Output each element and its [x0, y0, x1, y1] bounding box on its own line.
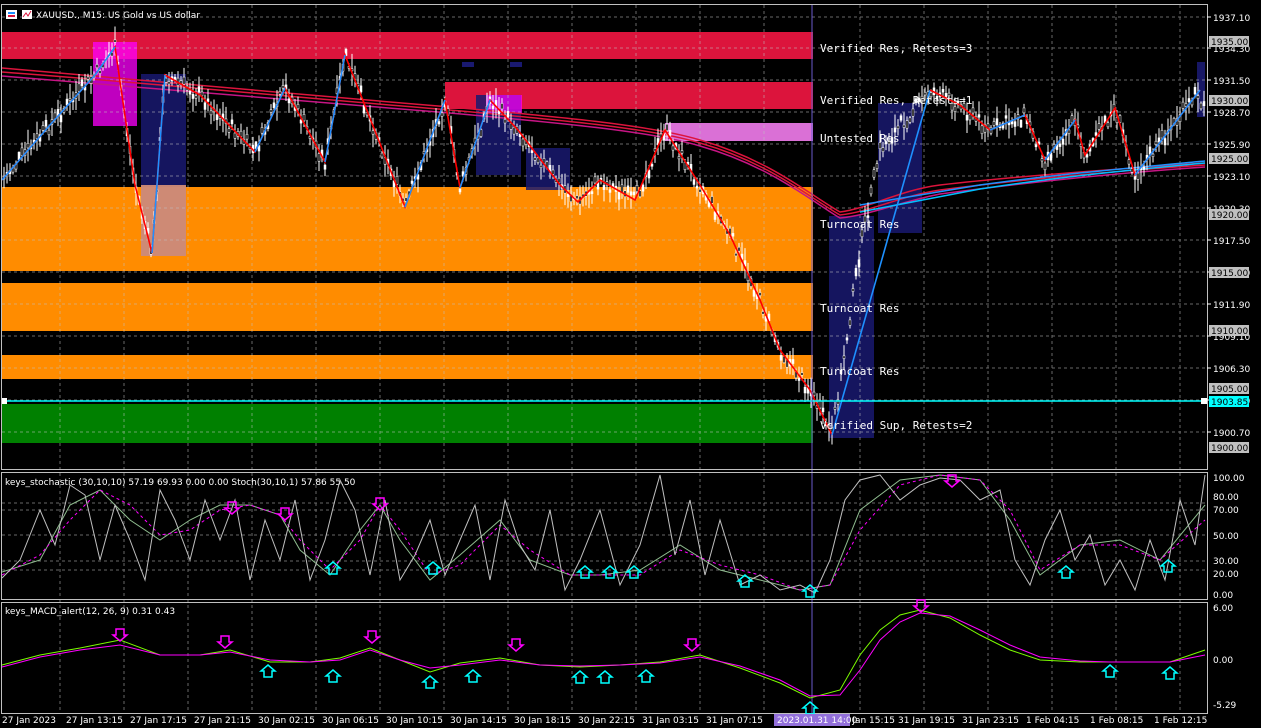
buy-arrow-icon — [258, 664, 278, 678]
stochastic-panel[interactable]: keys_stochastic (30,10,10) 57.19 69.93 0… — [1, 474, 1206, 598]
macd-panel[interactable]: keys_MACD_alert(12, 26, 9) 0.31 0.43 — [1, 599, 1206, 715]
stoch-level-label: 70.00 — [1213, 506, 1239, 516]
line-handle[interactable] — [1201, 398, 1207, 404]
time-tick-label: 27 Jan 2023 — [2, 716, 56, 726]
time-tick-label: 1 Feb 08:15 — [1090, 716, 1143, 726]
macd-title: keys_MACD_alert(12, 26, 9) 0.31 0.43 — [5, 607, 175, 617]
highlight-box — [829, 216, 874, 438]
price-mark-label: 1930.00 — [1211, 97, 1248, 107]
zone-label: Verified Res, Retests=1 — [820, 94, 972, 107]
highlight-box — [462, 62, 474, 67]
zone-label: Turncoat Res — [820, 302, 899, 315]
price-mark-label: 1915.00 — [1211, 269, 1248, 279]
buy-arrow-icon — [570, 670, 590, 684]
sell-arrow-icon — [110, 628, 130, 642]
time-tick-label: 27 Jan 17:15 — [130, 716, 187, 726]
current-price-label: 1903.85 — [1211, 398, 1248, 408]
buy-arrow-icon — [800, 584, 820, 598]
price-axis[interactable]: 1937.101934.301931.501928.701925.901923.… — [1207, 14, 1250, 454]
time-tick-label: 30 Jan 10:15 — [386, 716, 443, 726]
macd-level-label: 0.00 — [1213, 656, 1233, 666]
time-tick-label: 31 Jan 07:15 — [706, 716, 763, 726]
zone-untested-res — [665, 123, 813, 141]
price-tick-label: 1937.10 — [1213, 14, 1250, 24]
buy-arrow-icon — [463, 669, 483, 683]
price-mark-label: 1920.00 — [1211, 211, 1248, 221]
macd-level-label: 6.00 — [1213, 604, 1233, 614]
zone-label: Turncoat Res — [820, 365, 899, 378]
zones-layer — [2, 32, 1205, 443]
price-tick-label: 1911.90 — [1213, 301, 1250, 311]
buy-arrow-icon — [595, 670, 615, 684]
price-tick-label: 1931.50 — [1213, 77, 1250, 87]
stoch-level-label: 30.00 — [1213, 557, 1239, 567]
price-tick-label: 1906.30 — [1213, 365, 1250, 375]
sell-arrow-icon — [506, 638, 526, 652]
time-tick-label: 27 Jan 21:15 — [194, 716, 251, 726]
price-tick-label: 1900.70 — [1213, 429, 1250, 439]
stoch-level-label: 80.00 — [1213, 493, 1239, 503]
time-tick-label: 31 Jan 19:15 — [898, 716, 955, 726]
trade-icon[interactable] — [6, 10, 17, 19]
time-tick-label: 27 Jan 13:15 — [66, 716, 123, 726]
time-tick-label: 30 Jan 02:15 — [258, 716, 315, 726]
time-tick-label: 31 Jan 03:15 — [642, 716, 699, 726]
buy-arrow-icon — [636, 669, 656, 683]
trading-chart[interactable]: Verified Res, Retests=3 Verified Res, Re… — [0, 0, 1261, 728]
price-mark-label: 1905.00 — [1211, 385, 1248, 395]
stoch-level-label: 0.00 — [1213, 591, 1233, 601]
highlight-box — [878, 103, 922, 233]
price-mark-label: 1935.00 — [1211, 38, 1248, 48]
time-tick-label: 31 Jan 23:15 — [962, 716, 1019, 726]
stoch-level-label: 20.00 — [1213, 570, 1239, 580]
sell-arrow-icon — [362, 630, 382, 644]
zone-label: Untested Res — [820, 132, 899, 145]
price-tick-label: 1925.90 — [1213, 141, 1250, 151]
zone-label: Verified Sup, Retests=2 — [820, 419, 972, 432]
buy-arrow-icon — [800, 701, 820, 715]
buy-arrow-icon — [1100, 664, 1120, 678]
macd-axis: 6.00 0.00 -5.29 — [1213, 604, 1237, 711]
price-tick-label: 1917.50 — [1213, 237, 1250, 247]
time-tick-label: 30 Jan 14:15 — [450, 716, 507, 726]
buy-arrow-icon — [1160, 666, 1180, 680]
stoch-title: keys_stochastic (30,10,10) 57.19 69.93 0… — [5, 478, 356, 488]
time-tick-label: 30 Jan 22:15 — [578, 716, 635, 726]
buy-arrow-icon — [1056, 565, 1076, 579]
time-tick-label: 1 Feb 12:15 — [1154, 716, 1207, 726]
buy-arrow-icon — [423, 561, 443, 575]
time-tick-label: 30 Jan 18:15 — [514, 716, 571, 726]
highlight-box — [510, 62, 522, 67]
time-tick-label: 30 Jan 06:15 — [322, 716, 379, 726]
buy-arrow-icon — [323, 669, 343, 683]
macd-level-label: -5.29 — [1213, 701, 1237, 711]
price-mark-label: 1925.00 — [1211, 155, 1248, 165]
stoch-level-label: 100.00 — [1213, 474, 1245, 484]
sell-arrow-icon — [215, 635, 235, 649]
zone-label: Verified Res, Retests=3 — [820, 42, 972, 55]
stoch-level-label: 50.00 — [1213, 532, 1239, 542]
time-axis[interactable]: 27 Jan 2023 27 Jan 13:15 27 Jan 17:15 27 Ja… — [2, 716, 1207, 726]
sell-arrow-icon — [682, 638, 702, 652]
cursor-time-label: 2023.01.31 14:00 — [777, 716, 858, 726]
price-tick-label: 1923.10 — [1213, 173, 1250, 183]
buy-arrow-icon — [420, 675, 440, 689]
price-mark-label: 1910.00 — [1211, 327, 1248, 337]
price-tick-label: 1928.70 — [1213, 109, 1250, 119]
price-mark-label: 1900.00 — [1211, 444, 1248, 454]
symbol-title: XAUUSD., M15: US Gold vs US dollar — [36, 11, 200, 21]
buy-arrow-icon — [575, 565, 595, 579]
zone-label: Turncoat Res — [820, 218, 899, 231]
time-tick-label: 1 Feb 04:15 — [1026, 716, 1079, 726]
chart-header: XAUUSD., M15: US Gold vs US dollar — [6, 10, 200, 21]
highlight-box — [141, 185, 186, 256]
stoch-axis: 100.00 80.00 70.00 50.00 30.00 20.00 0.00 — [1213, 474, 1245, 601]
